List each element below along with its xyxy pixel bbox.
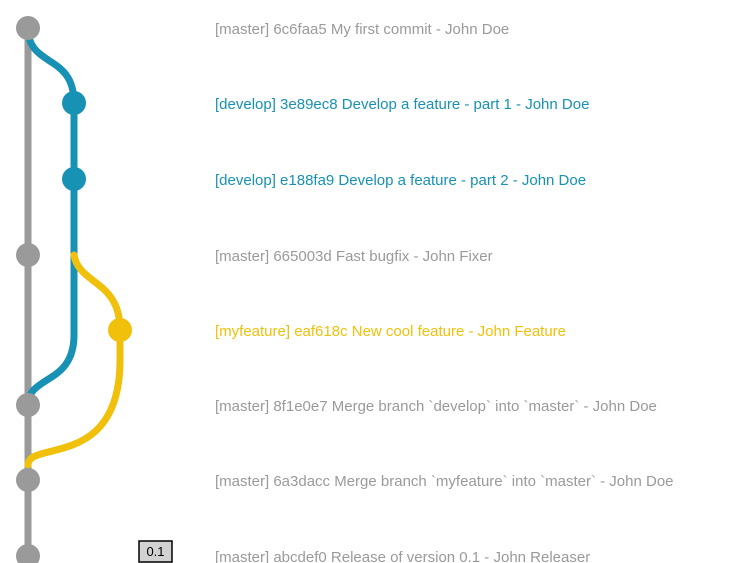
commit-dot-4[interactable] <box>108 318 132 342</box>
commit-dot-1[interactable] <box>62 91 86 115</box>
commit-dot-5[interactable] <box>16 393 40 417</box>
commit-dot-7[interactable] <box>16 544 40 563</box>
commit-dot-3[interactable] <box>16 243 40 267</box>
commit-message-4[interactable]: [myfeature] eaf618c New cool feature - J… <box>215 323 566 340</box>
commit-message-6[interactable]: [master] 6a3dacc Merge branch `myfeature… <box>215 473 674 490</box>
git-graph: 0.1 [master] 6c6faa5 My first commit - J… <box>16 16 674 563</box>
commit-dot-2[interactable] <box>62 167 86 191</box>
tag-7[interactable]: 0.1 <box>138 540 173 563</box>
commit-message-2[interactable]: [develop] e188fa9 Develop a feature - pa… <box>215 172 586 189</box>
commit-message-5[interactable]: [master] 8f1e0e7 Merge branch `develop` … <box>215 398 657 415</box>
commit-message-0[interactable]: [master] 6c6faa5 My first commit - John … <box>215 21 509 38</box>
commit-message-3[interactable]: [master] 665003d Fast bugfix - John Fixe… <box>215 248 493 265</box>
commit-message-7[interactable]: [master] abcdef0 Release of version 0.1 … <box>215 549 590 563</box>
develop-branch-line <box>24 24 78 409</box>
commit-dot-0[interactable] <box>16 16 40 40</box>
commit-dot-6[interactable] <box>16 468 40 492</box>
commit-message-1[interactable]: [develop] 3e89ec8 Develop a feature - pa… <box>215 96 589 113</box>
tag-label: 0.1 <box>146 544 164 559</box>
